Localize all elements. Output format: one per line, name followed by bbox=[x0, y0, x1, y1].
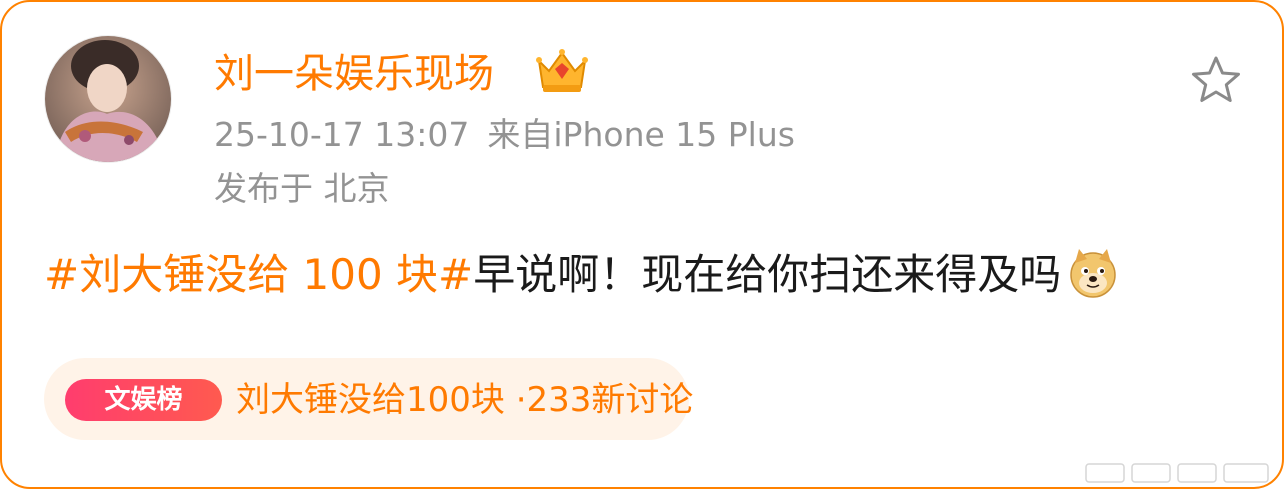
trend-topic-text: 刘大锤没给100块 ·233新讨论 bbox=[236, 380, 694, 420]
author-name[interactable]: 刘一朵娱乐现场 bbox=[214, 50, 494, 98]
trending-topic-pill[interactable]: 文娱榜 刘大锤没给100块 ·233新讨论 bbox=[44, 358, 693, 440]
post-timestamp: 25-10-17 13:07 bbox=[214, 115, 470, 154]
crown-badge-icon bbox=[533, 47, 591, 95]
post-source: 来自iPhone 15 Plus bbox=[487, 115, 795, 154]
favorite-star-icon[interactable] bbox=[1188, 54, 1244, 106]
author-avatar[interactable] bbox=[44, 35, 172, 163]
post-body: #刘大锤没给 100 块#早说啊！现在给你扫还来得及吗 bbox=[44, 247, 1119, 303]
post-body-text: 早说啊！现在给你扫还来得及吗 bbox=[473, 250, 1062, 299]
doge-emoji-icon bbox=[1067, 247, 1119, 299]
post-location: 发布于 北京 bbox=[214, 169, 390, 208]
weibo-post-card: 刘一朵娱乐现场 25-10-17 13:07 来自iPhone 15 Plus 发… bbox=[0, 0, 1284, 489]
trend-board-badge: 文娱榜 bbox=[65, 379, 222, 421]
weibo-watermark-icon bbox=[1084, 460, 1272, 486]
topic-hashtag-link[interactable]: #刘大锤没给 100 块# bbox=[44, 250, 473, 299]
post-meta: 25-10-17 13:07 来自iPhone 15 Plus bbox=[214, 115, 795, 155]
